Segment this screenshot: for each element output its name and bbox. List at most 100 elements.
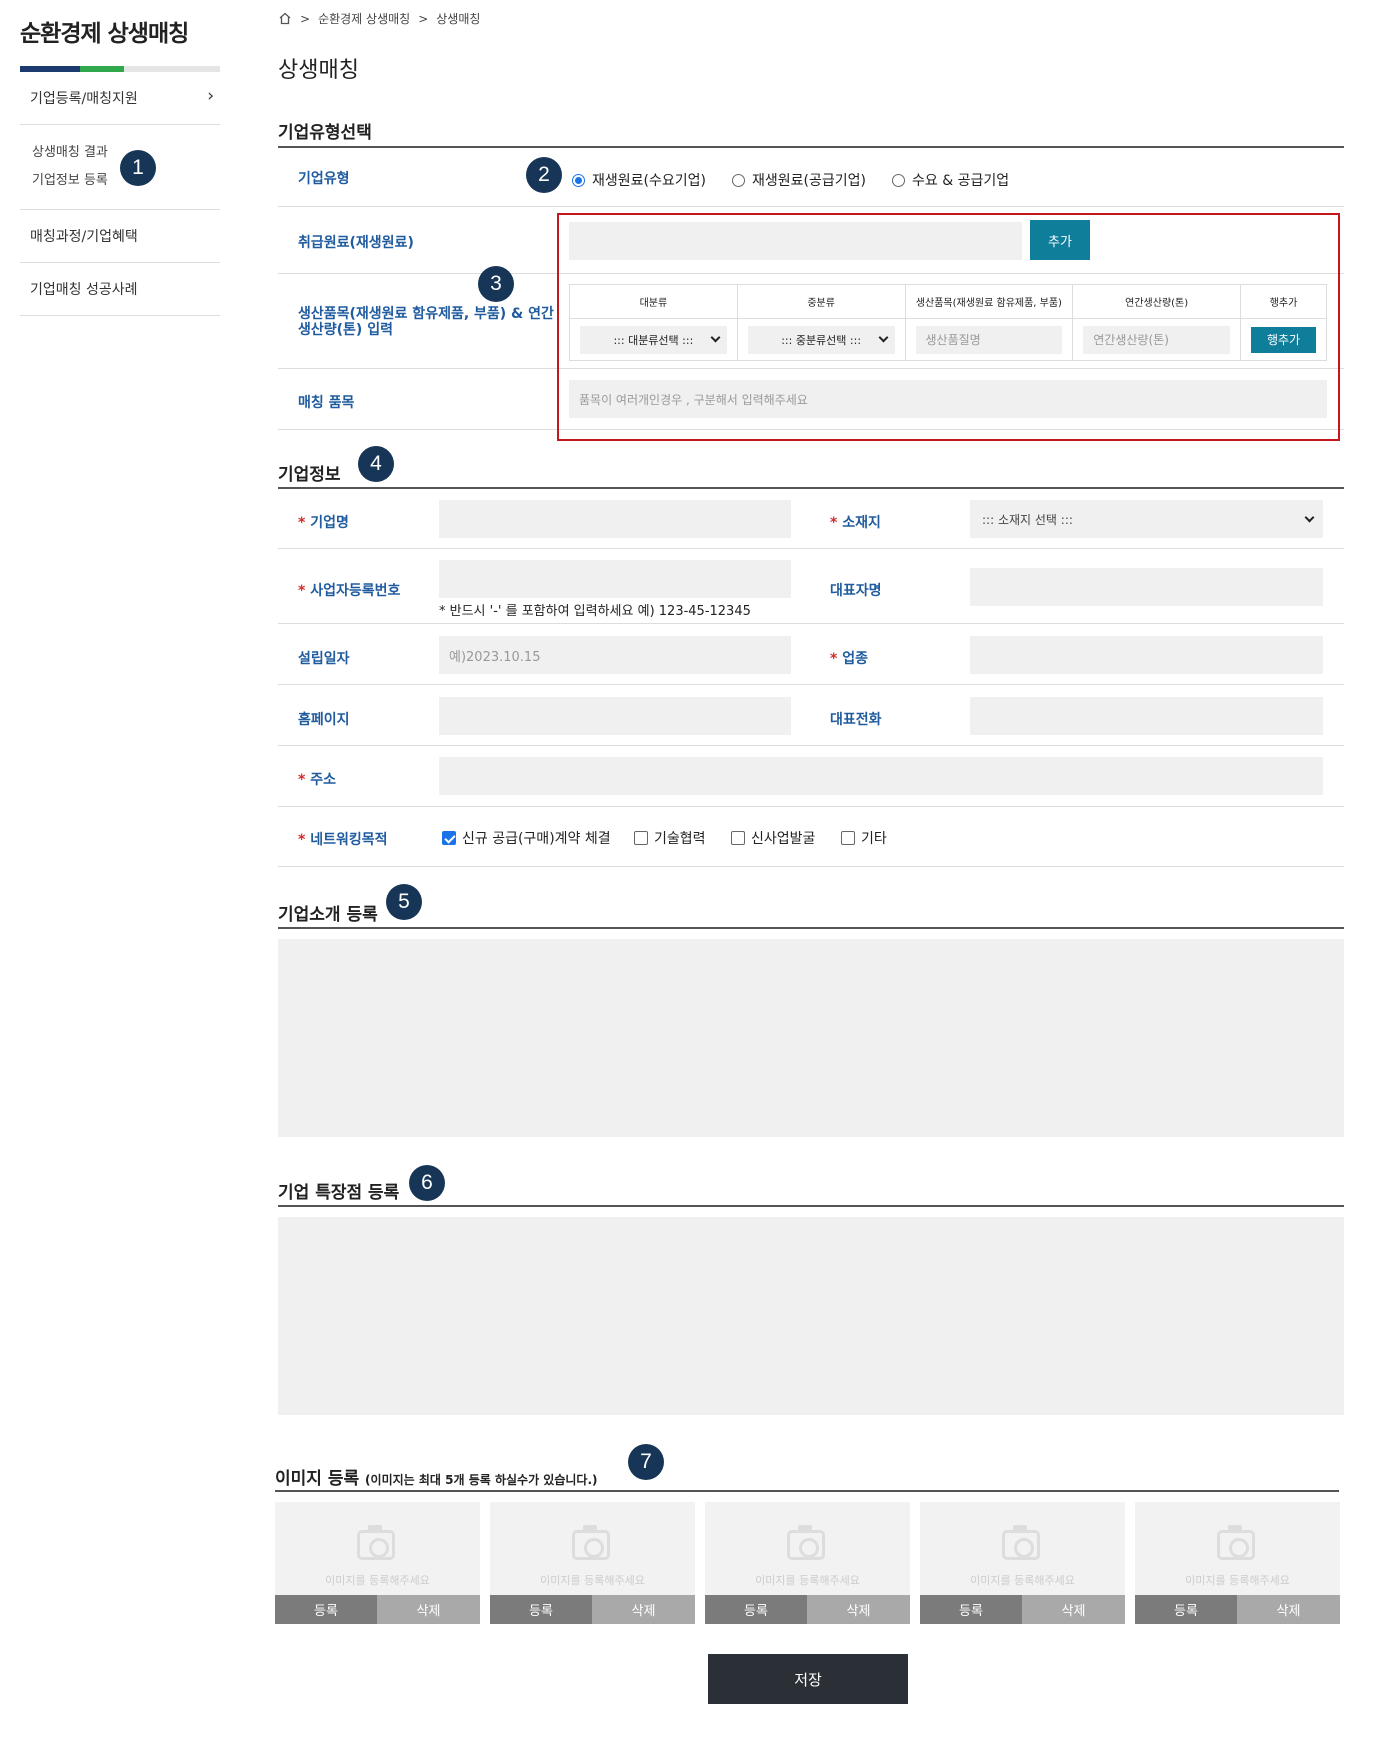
label-text: 사업자등록번호 xyxy=(310,583,401,599)
register-image-button[interactable]: 등록 xyxy=(275,1595,377,1624)
step-badge-6: 6 xyxy=(409,1165,445,1201)
section-rule xyxy=(275,1490,1339,1492)
ceo-input[interactable] xyxy=(970,568,1323,606)
row-divider xyxy=(278,206,1344,207)
checkbox-new-business[interactable]: 신사업발굴 xyxy=(731,828,815,848)
company-name-input[interactable] xyxy=(439,500,791,538)
section-rule xyxy=(278,927,1344,929)
register-image-button[interactable]: 등록 xyxy=(490,1595,592,1624)
founded-label: 설립일자 xyxy=(298,651,350,667)
image-slot: 이미지를 등록해주세요 등록 삭제 xyxy=(490,1502,695,1624)
material-label: 취급원료(재생원료) xyxy=(298,235,414,251)
image-hint: 이미지를 등록해주세요 xyxy=(755,1574,860,1587)
section-title-images: 이미지 등록 (이미지는 최대 5개 등록 하실수가 있습니다.) xyxy=(275,1464,598,1489)
homepage-label: 홈페이지 xyxy=(298,712,350,728)
industry-label: * 업종 xyxy=(830,648,868,668)
row-divider xyxy=(278,806,1344,807)
phone-input[interactable] xyxy=(970,697,1323,735)
breadcrumb-separator: > xyxy=(300,11,311,26)
image-slot: 이미지를 등록해주세요 등록 삭제 xyxy=(275,1502,480,1624)
image-hint: 이미지를 등록해주세요 xyxy=(325,1574,430,1587)
image-subtitle: (이미지는 최대 5개 등록 하실수가 있습니다.) xyxy=(365,1473,598,1487)
required-mark: * xyxy=(298,515,306,531)
required-mark: * xyxy=(830,515,838,531)
sidebar-item-company-registration[interactable]: 기업등록/매칭지원 › xyxy=(20,72,220,125)
delete-image-button[interactable]: 삭제 xyxy=(592,1595,695,1624)
biz-number-input[interactable] xyxy=(439,560,791,598)
radio-label: 수요 & 공급기업 xyxy=(912,173,1010,189)
radio-button-icon xyxy=(572,173,585,187)
section-rule xyxy=(278,146,1344,148)
checkbox-icon xyxy=(841,831,855,845)
required-mark: * xyxy=(298,832,306,848)
delete-image-button[interactable]: 삭제 xyxy=(1022,1595,1125,1624)
radio-supply[interactable]: 재생원료(공급기업) xyxy=(732,170,866,190)
company-type-label: 기업유형 xyxy=(298,171,350,187)
breadcrumb: > 순환경제 상생매칭 > 상생매칭 xyxy=(278,10,480,27)
checkbox-other[interactable]: 기타 xyxy=(841,828,887,848)
founded-input[interactable]: 예)2023.10.15 xyxy=(439,636,791,674)
company-intro-textarea[interactable] xyxy=(278,939,1344,1137)
radio-demand[interactable]: 재생원료(수요기업) xyxy=(572,170,706,190)
label-text: 소재지 xyxy=(842,515,881,531)
biz-number-label: * 사업자등록번호 xyxy=(298,580,400,600)
section-title-features: 기업 특장점 등록 xyxy=(278,1183,400,1203)
step-badge-2: 2 xyxy=(526,157,562,193)
checkbox-tech-cooperation[interactable]: 기술협력 xyxy=(634,828,706,848)
register-image-button[interactable]: 등록 xyxy=(705,1595,807,1624)
image-slot: 이미지를 등록해주세요 등록 삭제 xyxy=(1135,1502,1340,1624)
section-rule xyxy=(278,1205,1344,1207)
sidebar-item-label: 매칭과정/기업혜택 xyxy=(30,229,138,245)
location-select[interactable]: ::: 소재지 선택 ::: xyxy=(970,500,1323,538)
register-image-button[interactable]: 등록 xyxy=(1135,1595,1237,1624)
sidebar-item-label: 기업매칭 성공사례 xyxy=(30,282,138,298)
step-badge-4: 4 xyxy=(358,446,394,482)
save-button[interactable]: 저장 xyxy=(708,1654,908,1704)
chevron-right-icon: › xyxy=(207,86,214,106)
label-text: 주소 xyxy=(310,772,336,788)
homepage-input[interactable] xyxy=(439,697,791,735)
delete-image-button[interactable]: 삭제 xyxy=(377,1595,480,1624)
address-label: * 주소 xyxy=(298,769,336,789)
radio-label: 재생원료(공급기업) xyxy=(752,173,866,189)
highlight-box xyxy=(557,213,1340,441)
delete-image-button[interactable]: 삭제 xyxy=(807,1595,910,1624)
checkbox-label: 신규 공급(구매)계약 체결 xyxy=(462,831,611,847)
row-divider xyxy=(278,866,1344,867)
sidebar-item-label: 기업등록/매칭지원 xyxy=(30,91,138,107)
industry-input[interactable] xyxy=(970,636,1323,674)
matching-item-label: 매칭 품목 xyxy=(298,395,355,411)
section-title-company-info: 기업정보 xyxy=(278,465,341,485)
required-mark: * xyxy=(298,772,306,788)
radio-button-icon xyxy=(732,173,745,187)
required-mark: * xyxy=(298,583,306,599)
breadcrumb-item[interactable]: 순환경제 상생매칭 xyxy=(318,10,410,27)
image-hint: 이미지를 등록해주세요 xyxy=(970,1574,1075,1587)
label-text: 네트워킹목적 xyxy=(310,832,388,848)
biz-number-note: * 반드시 '-' 를 포함하여 입력하세요 예) 123-45-12345 xyxy=(439,604,751,619)
step-badge-1: 1 xyxy=(120,150,156,186)
home-icon[interactable] xyxy=(278,12,292,25)
delete-image-button[interactable]: 삭제 xyxy=(1237,1595,1340,1624)
location-label: * 소재지 xyxy=(830,512,881,532)
checkbox-label: 기술협력 xyxy=(654,831,706,847)
camera-icon xyxy=(357,1525,395,1560)
sidebar-item-matching-process[interactable]: 매칭과정/기업혜택 xyxy=(20,210,220,263)
checkbox-icon xyxy=(634,831,648,845)
section-rule xyxy=(278,487,1344,489)
breadcrumb-item[interactable]: 상생매칭 xyxy=(436,10,480,27)
address-input[interactable] xyxy=(439,757,1323,795)
radio-both[interactable]: 수요 & 공급기업 xyxy=(892,170,1009,190)
row-divider xyxy=(278,684,1344,685)
sidebar-item-success-cases[interactable]: 기업매칭 성공사례 xyxy=(20,263,220,316)
company-features-textarea[interactable] xyxy=(278,1217,1344,1415)
checkbox-new-contract[interactable]: 신규 공급(구매)계약 체결 xyxy=(442,828,611,848)
register-image-button[interactable]: 등록 xyxy=(920,1595,1022,1624)
sidebar-title: 순환경제 상생매칭 xyxy=(20,21,189,47)
checkbox-label: 기타 xyxy=(861,831,887,847)
company-name-label: * 기업명 xyxy=(298,512,349,532)
camera-icon xyxy=(787,1525,825,1560)
radio-button-icon xyxy=(892,173,905,187)
radio-label: 재생원료(수요기업) xyxy=(592,173,706,189)
checkbox-icon xyxy=(442,831,456,845)
